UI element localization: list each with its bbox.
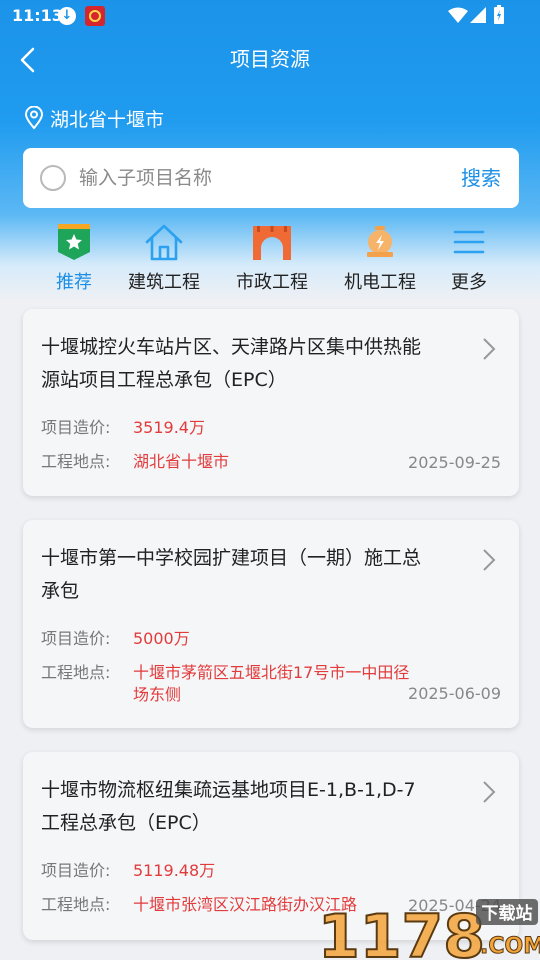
wifi-icon — [448, 7, 468, 23]
category-label: 建筑工程 — [128, 272, 200, 293]
search-circle-icon — [40, 165, 66, 191]
svg-text:1178: 1178 — [318, 902, 485, 960]
project-card[interactable]: 十堰城控火车站片区、天津路片区集中供热能源站项目工程总承包（EPC） 项目造价:… — [23, 309, 519, 496]
house-icon — [145, 224, 183, 261]
cost-label: 项目造价: — [41, 861, 111, 880]
download-icon: ↓ — [58, 7, 76, 25]
svg-text:下载站: 下载站 — [482, 903, 533, 924]
location-value: 十堰市茅箭区五堰北街17号市一中田径场东侧 — [133, 663, 410, 704]
category-label: 市政工程 — [236, 272, 308, 293]
category-label: 机电工程 — [344, 272, 416, 293]
location-label: 工程地点: — [41, 452, 111, 471]
category-municipal[interactable]: 市政工程 — [222, 220, 322, 296]
battery-icon — [494, 5, 504, 24]
cost-value: 5119.48万 — [133, 861, 216, 880]
status-bar: 11:13 ↓ — [0, 0, 540, 32]
location-text: 湖北省十堰市 — [50, 108, 165, 131]
cost-value: 5000万 — [133, 629, 190, 648]
project-card[interactable]: 十堰市第一中学校园扩建项目（一期）施工总承包 项目造价: 5000万 工程地点:… — [23, 520, 519, 728]
bridge-icon — [253, 226, 291, 260]
svg-text:.COM: .COM — [480, 934, 540, 959]
search-button[interactable]: 搜索 — [461, 162, 501, 191]
category-label: 更多 — [451, 272, 487, 293]
status-time: 11:13 — [12, 6, 63, 25]
project-cost-row: 项目造价: 3519.4万 — [41, 417, 501, 439]
category-recommend[interactable]: 推荐 — [24, 220, 124, 296]
category-more[interactable]: 更多 — [419, 220, 519, 296]
menu-icon — [453, 230, 485, 254]
category-label: 推荐 — [56, 272, 92, 293]
cost-value: 3519.4万 — [133, 418, 205, 437]
chevron-right-icon — [483, 549, 496, 571]
cost-label: 项目造价: — [41, 418, 111, 437]
chevron-right-icon — [483, 338, 496, 360]
signal-icon — [470, 7, 486, 23]
location-pin-icon — [24, 106, 44, 130]
location-value: 湖北省十堰市 — [133, 452, 230, 471]
project-title: 十堰市物流枢纽集疏运基地项目E-1,B-1,D-7工程总承包（EPC） — [41, 779, 416, 834]
chevron-right-icon — [483, 781, 496, 803]
search-input[interactable] — [79, 158, 439, 198]
recommend-shield-icon — [58, 224, 90, 260]
project-cost-row: 项目造价: 5000万 — [41, 628, 501, 650]
search-bar: 搜索 — [23, 148, 519, 208]
cost-label: 项目造价: — [41, 629, 111, 648]
location-label: 工程地点: — [41, 895, 111, 914]
category-building[interactable]: 建筑工程 — [114, 220, 214, 296]
location-label: 工程地点: — [41, 663, 111, 682]
category-tabs: 推荐 建筑工程 市政工程 机电工程 更多 — [0, 220, 540, 300]
motor-icon — [367, 226, 393, 257]
page-title: 项目资源 — [230, 47, 310, 71]
project-date: 2025-09-25 — [408, 453, 501, 472]
app-notification-icon — [85, 6, 105, 26]
project-cost-row: 项目造价: 5119.48万 — [41, 860, 501, 882]
location-selector[interactable]: 湖北省十堰市 — [24, 104, 164, 132]
category-mechanical[interactable]: 机电工程 — [330, 220, 430, 296]
project-title: 十堰城控火车站片区、天津路片区集中供热能源站项目工程总承包（EPC） — [41, 336, 422, 391]
project-title: 十堰市第一中学校园扩建项目（一期）施工总承包 — [41, 547, 422, 602]
project-date: 2025-06-09 — [408, 684, 501, 703]
site-watermark-logo: 1178 下载站 .COM — [318, 899, 540, 960]
